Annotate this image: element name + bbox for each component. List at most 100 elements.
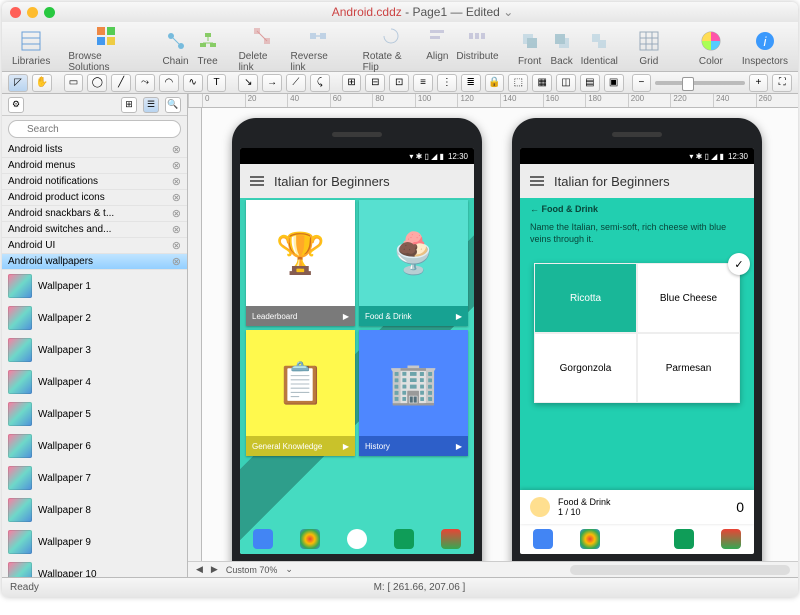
close-icon[interactable]: ⊗ — [172, 191, 181, 204]
group-tool[interactable]: ⊞ — [342, 74, 362, 92]
wallpaper-item[interactable]: Wallpaper 4 — [2, 366, 187, 398]
back-button[interactable]: Back — [549, 28, 575, 67]
library-sidebar: ⚙ ⊞ ☰ 🔍 Android lists⊗Android menus⊗Andr… — [2, 94, 188, 577]
wallpaper-item[interactable]: Wallpaper 5 — [2, 398, 187, 430]
ungroup-tool[interactable]: ⊟ — [365, 74, 385, 92]
browse-solutions-button[interactable]: Browse Solutions — [68, 23, 144, 73]
phone-mockup-1[interactable]: ▾ ✱ ▯ ◢ ▮ 12:30 Italian for Beginners 🏆L… — [232, 118, 482, 561]
grid-view-button[interactable]: ⊞ — [121, 97, 137, 113]
curve-tool[interactable]: ⟋ — [286, 74, 306, 92]
horizontal-ruler: 020406080100120140160180200220240260 — [188, 94, 798, 108]
color-button[interactable]: Color — [698, 28, 724, 67]
mouse-coords: M: [ 261.66, 207.06 ] — [374, 582, 466, 593]
crop-tool[interactable]: ⬚ — [508, 74, 528, 92]
table-tool[interactable]: ▦ — [532, 74, 552, 92]
category-item[interactable]: Android notifications⊗ — [2, 174, 187, 190]
wallpaper-item[interactable]: Wallpaper 10 — [2, 558, 187, 577]
zoom-slider[interactable] — [655, 81, 744, 85]
wallpaper-item[interactable]: Wallpaper 6 — [2, 430, 187, 462]
close-icon[interactable]: ⊗ — [172, 223, 181, 236]
zoom-out-button[interactable]: − — [632, 74, 652, 92]
sheets-icon — [394, 529, 414, 549]
category-item[interactable]: Android lists⊗ — [2, 142, 187, 158]
libraries-button[interactable]: Libraries — [12, 28, 50, 67]
category-card: 🏢History▶ — [359, 330, 468, 456]
front-button[interactable]: Front — [517, 28, 543, 67]
lock-tool[interactable]: 🔒 — [485, 74, 505, 92]
app-bar: Italian for Beginners — [520, 164, 754, 198]
zoom-in-button[interactable]: + — [749, 74, 769, 92]
list-view-button[interactable]: ☰ — [143, 97, 159, 113]
close-icon[interactable]: ⊗ — [172, 159, 181, 172]
answer-option: Gorgonzola — [534, 333, 637, 403]
distribute-button[interactable]: Distribute — [456, 23, 498, 73]
options-button[interactable]: ⚙ — [8, 97, 24, 113]
wallpaper-thumbnail — [8, 434, 32, 458]
distribute-tool[interactable]: ⋮ — [437, 74, 457, 92]
bezier-tool[interactable]: ⤹ — [310, 74, 330, 92]
tree-button[interactable]: Tree — [195, 28, 221, 67]
hand-tool[interactable]: ✋ — [32, 74, 52, 92]
ellipse-tool[interactable]: ◯ — [87, 74, 107, 92]
smart-connector-tool[interactable]: ↘ — [238, 74, 258, 92]
text-tool[interactable]: T — [207, 74, 227, 92]
delete-link-button[interactable]: Delete link — [239, 23, 285, 73]
category-item[interactable]: Android menus⊗ — [2, 158, 187, 174]
align-button[interactable]: Align — [424, 23, 450, 73]
titlebar: Android.cddz - Page1 — Edited ⌄ — [2, 2, 798, 22]
line-tool[interactable]: ╱ — [111, 74, 131, 92]
wallpaper-thumbnail — [8, 466, 32, 490]
spline-tool[interactable]: ∿ — [183, 74, 203, 92]
category-item[interactable]: Android UI⊗ — [2, 238, 187, 254]
pointer-tool[interactable]: ◸ — [8, 74, 28, 92]
arc-tool[interactable]: ◠ — [159, 74, 179, 92]
connector-tool[interactable]: ⤳ — [135, 74, 155, 92]
layers-tool[interactable]: ≣ — [461, 74, 481, 92]
next-page-button[interactable]: ▶ — [211, 564, 218, 575]
wallpaper-item[interactable]: Wallpaper 1 — [2, 270, 187, 302]
reverse-link-button[interactable]: Reverse link — [291, 23, 345, 73]
window-title: Android.cddz - Page1 — Edited ⌄ — [55, 5, 790, 19]
prev-page-button[interactable]: ◀ — [196, 564, 203, 575]
image-tool[interactable]: ▣ — [604, 74, 624, 92]
callout-tool[interactable]: ◫ — [556, 74, 576, 92]
identical-button[interactable]: Identical — [581, 28, 618, 67]
wallpaper-item[interactable]: Wallpaper 3 — [2, 334, 187, 366]
zoom-fit-button[interactable]: ⛶ — [772, 74, 792, 92]
close-icon[interactable]: ⊗ — [172, 207, 181, 220]
search-input[interactable] — [8, 120, 181, 138]
grid-button[interactable]: Grid — [636, 28, 662, 67]
sheets-icon — [674, 529, 694, 549]
wallpaper-item[interactable]: Wallpaper 8 — [2, 494, 187, 526]
wallpaper-item[interactable]: Wallpaper 7 — [2, 462, 187, 494]
answer-option: Ricotta — [534, 263, 637, 333]
wallpaper-item[interactable]: Wallpaper 2 — [2, 302, 187, 334]
close-icon[interactable]: ⊗ — [172, 175, 181, 188]
category-item[interactable]: Android wallpapers⊗ — [2, 254, 187, 270]
category-item[interactable]: Android snackbars & t...⊗ — [2, 206, 187, 222]
zoom-label[interactable]: Custom 70% — [226, 565, 278, 575]
arrow-tool[interactable]: → — [262, 74, 282, 92]
avatar — [530, 497, 550, 517]
phone-mockup-2[interactable]: ▾ ✱ ▯ ◢ ▮ 12:30 Italian for Beginners ← … — [512, 118, 762, 561]
category-item[interactable]: Android product icons⊗ — [2, 190, 187, 206]
check-icon: ✓ — [728, 253, 750, 275]
search-mode-button[interactable]: 🔍 — [165, 97, 181, 113]
close-icon[interactable]: ⊗ — [172, 255, 181, 268]
minimize-window-button[interactable] — [27, 7, 38, 18]
category-item[interactable]: Android switches and...⊗ — [2, 222, 187, 238]
align-tool[interactable]: ≡ — [413, 74, 433, 92]
rect-tool[interactable]: ▭ — [64, 74, 84, 92]
zoom-window-button[interactable] — [44, 7, 55, 18]
close-icon[interactable]: ⊗ — [172, 143, 181, 156]
inspectors-button[interactable]: iInspectors — [742, 28, 788, 67]
close-icon[interactable]: ⊗ — [172, 239, 181, 252]
snap-tool[interactable]: ⊡ — [389, 74, 409, 92]
close-window-button[interactable] — [10, 7, 21, 18]
rotate-flip-button[interactable]: Rotate & Flip — [363, 23, 419, 73]
wallpaper-item[interactable]: Wallpaper 9 — [2, 526, 187, 558]
horizontal-scrollbar[interactable] — [570, 565, 790, 575]
canvas-stage[interactable]: ▾ ✱ ▯ ◢ ▮ 12:30 Italian for Beginners 🏆L… — [202, 108, 798, 561]
note-tool[interactable]: ▤ — [580, 74, 600, 92]
chain-button[interactable]: Chain — [162, 28, 188, 67]
